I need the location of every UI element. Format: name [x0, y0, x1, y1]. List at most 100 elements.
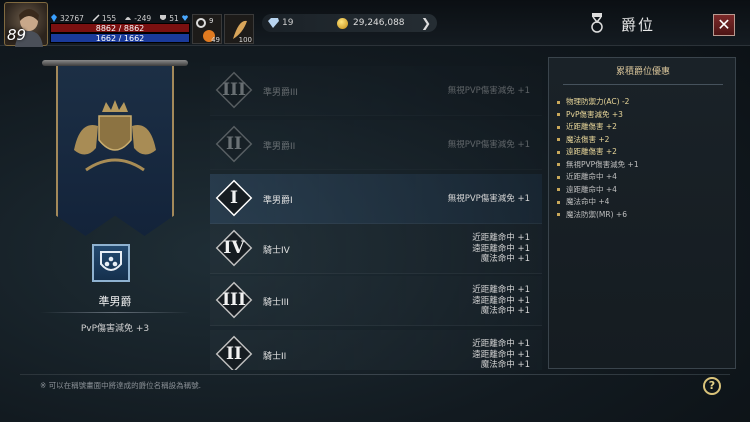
rank-row[interactable]: III 準男爵III 無視PVP傷害減免 +1	[210, 66, 542, 116]
bullet-icon	[557, 100, 560, 104]
benefit-item: 無視PVP傷害減免 +1	[557, 159, 729, 172]
benefit-item: 近距離命中 +4	[557, 171, 729, 184]
benefit-text: 魔法命中 +4	[566, 197, 610, 206]
diamond-value: 19	[282, 18, 294, 28]
benefit-item: 物理防禦力(AC) -2	[557, 96, 729, 109]
stat-d: 51	[159, 14, 189, 23]
rank-effects: 無視PVP傷害減免 +1	[448, 66, 530, 116]
bullet-icon	[557, 200, 560, 204]
bullet-icon	[557, 163, 560, 167]
stat-c: -249	[124, 14, 151, 23]
rank-effect: 魔法命中 +1	[480, 360, 530, 370]
benefit-item: 魔法傷害 +2	[557, 134, 729, 147]
rank-numeral: III	[222, 80, 246, 100]
heart-icon	[181, 15, 188, 21]
benefit-item: 魔法命中 +4	[557, 196, 729, 209]
arrow-right-icon[interactable]: ❯	[419, 14, 433, 32]
hp-bar: 8862 / 8862	[50, 23, 190, 33]
rank-title: 騎士IV	[263, 246, 290, 256]
medal-icon	[591, 13, 603, 33]
buff-count: 9	[209, 17, 214, 25]
help-icon[interactable]: ?	[703, 377, 721, 395]
rank-title: 騎士II	[263, 352, 287, 362]
benefit-text: 魔法防禦(MR) +6	[566, 209, 627, 219]
helmet-icon	[125, 17, 132, 20]
benefits-list: 物理防禦力(AC) -2 PvP傷害減免 +3 近距離傷害 +2 魔法傷害 +2…	[557, 96, 729, 221]
rank-numeral: II	[226, 134, 242, 154]
benefit-item: 魔法防禦(MR) +6	[557, 209, 729, 222]
rank-badge	[92, 244, 130, 282]
rank-row[interactable]: II 準男爵II 無視PVP傷害減免 +1	[210, 120, 542, 170]
rank-title: 騎士III	[263, 298, 289, 308]
potion-count: 49	[211, 36, 220, 44]
footer-divider	[20, 374, 730, 375]
buff-slot-gear[interactable]: 9 49	[192, 14, 222, 44]
rank-effect: 魔法命中 +1	[480, 254, 530, 265]
stat-b: 155	[92, 14, 116, 23]
rank-effect: 無視PVP傷害減免 +1	[447, 139, 530, 150]
rank-numeral: II	[226, 344, 242, 364]
current-rank-panel: 準男爵 PvP傷害減免 +3	[30, 50, 200, 375]
rank-divider	[40, 312, 190, 313]
benefit-text: 遠距離傷害 +2	[566, 147, 617, 156]
rank-effect: 遠距離命中 +1	[472, 295, 530, 306]
mp-text: 1662 / 1662	[95, 34, 145, 43]
stat-a-value: 32767	[60, 13, 84, 23]
rank-numeral: IV	[223, 238, 245, 258]
rank-effect: 無視PVP傷害減免 +1	[447, 193, 530, 204]
rank-numeral: I	[230, 188, 238, 208]
currency-panel: 19 29,246,088	[262, 14, 437, 32]
bullet-icon	[557, 213, 560, 217]
mp-bar: 1662 / 1662	[50, 33, 190, 43]
footer-note: ※ 可以在稱號畫面中將達成的爵位名稱設為稱號.	[40, 381, 202, 390]
page-title: 爵位	[621, 16, 656, 34]
rank-effect: 近距離命中 +1	[472, 285, 530, 296]
benefit-text: 物理防禦力(AC) -2	[566, 97, 630, 106]
top-bar: 89 32767 155 -249 51 8862 / 8862 1662 / …	[0, 0, 750, 47]
sword-icon	[92, 14, 100, 22]
benefit-item: 遠距離傷害 +2	[557, 146, 729, 159]
benefits-divider	[563, 84, 723, 85]
rank-effects: 近距離命中 +1 遠距離命中 +1 魔法命中 +1	[472, 276, 530, 326]
benefit-text: 近距離命中 +4	[566, 172, 617, 181]
lion-crest-icon	[74, 100, 156, 172]
shield-rank-icon	[100, 251, 122, 271]
stat-b-value: 155	[101, 13, 117, 23]
benefit-text: 遠距離命中 +4	[566, 184, 617, 194]
benefit-item: 近距離傷害 +2	[557, 121, 729, 134]
rank-row[interactable]: IV 騎士IV 近距離命中 +1 遠距離命中 +1 魔法命中 +1	[210, 224, 542, 274]
item-slot[interactable]: 100	[224, 14, 254, 44]
gem-icon	[51, 14, 57, 22]
rank-title: 準男爵I	[263, 196, 293, 206]
shield-icon	[160, 15, 167, 20]
rank-numeral: III	[222, 290, 246, 310]
stat-c-value: -249	[134, 13, 152, 23]
bullet-icon	[557, 138, 560, 142]
rank-effect: 遠距離命中 +1	[472, 243, 530, 254]
rank-row[interactable]: III 騎士III 近距離命中 +1 遠距離命中 +1 魔法命中 +1	[210, 276, 542, 326]
rank-effect: 遠距離命中 +1	[472, 349, 530, 360]
rank-effect: 魔法命中 +1	[480, 306, 530, 317]
benefit-text: 近距離傷害 +2	[566, 122, 617, 131]
rank-effect: 近距離命中 +1	[472, 233, 530, 244]
benefit-text: PvP傷害減免 +3	[566, 109, 623, 119]
rank-effect: 近距離命中 +1	[472, 339, 530, 350]
bullet-icon	[557, 113, 560, 117]
rank-row-selected[interactable]: I 準男爵I 無視PVP傷害減免 +1	[210, 174, 542, 224]
rank-row[interactable]: II 騎士II 近距離命中 +1 遠距離命中 +1 魔法命中 +1	[210, 330, 542, 370]
benefits-header: 累積爵位優惠	[615, 67, 670, 77]
gold-coin-icon	[337, 17, 348, 29]
diamond-icon	[268, 18, 279, 28]
close-button[interactable]: ✕	[713, 14, 735, 36]
rank-effects: 近距離命中 +1 遠距離命中 +1 魔法命中 +1	[472, 330, 530, 370]
stat-a: 32767	[50, 14, 84, 23]
rank-list[interactable]: III 準男爵III 無視PVP傷害減免 +1 II 準男爵II 無視PVP傷害…	[210, 46, 542, 370]
rank-effect: 無視PVP傷害減免 +1	[447, 85, 530, 96]
banner-pole	[42, 60, 188, 66]
rank-title: 準男爵III	[263, 88, 298, 98]
current-rank-name: 準男爵	[98, 295, 132, 308]
accumulated-benefits-panel[interactable]: 累積爵位優惠 物理防禦力(AC) -2 PvP傷害減免 +3 近距離傷害 +2 …	[548, 57, 736, 369]
bullet-icon	[557, 175, 560, 179]
item-count: 100	[238, 36, 252, 44]
rank-effects: 無視PVP傷害減免 +1	[448, 174, 530, 224]
